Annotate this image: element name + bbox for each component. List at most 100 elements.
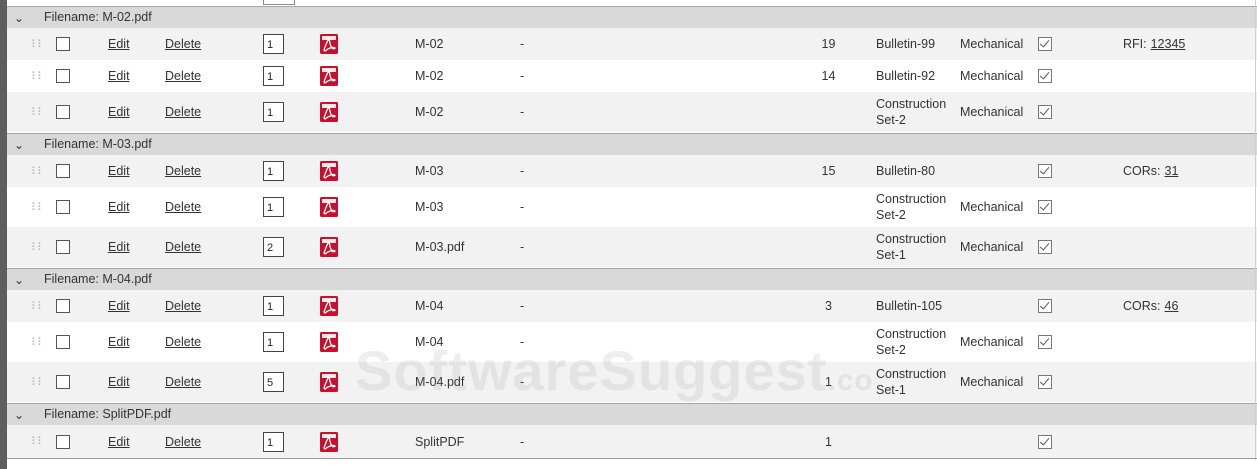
order-input[interactable] [263, 237, 284, 257]
drag-handle-icon[interactable]: ⠇⠇ [31, 92, 45, 132]
delete-link[interactable]: Delete [165, 164, 201, 178]
chevron-down-icon[interactable]: ⌄ [11, 136, 27, 154]
delete-link[interactable]: Delete [165, 37, 201, 51]
pdf-icon[interactable] [320, 155, 338, 187]
row-select-checkbox[interactable] [56, 60, 70, 92]
check-icon [1038, 60, 1052, 92]
order-input[interactable] [263, 161, 284, 181]
reference-link[interactable]: 46 [1165, 299, 1179, 313]
drag-handle-icon[interactable]: ⠇⠇ [31, 362, 45, 402]
edit-link[interactable]: Edit [108, 240, 130, 254]
pdf-icon[interactable] [320, 227, 338, 267]
pdf-icon[interactable] [320, 28, 338, 60]
table-row: ⠇⠇ Edit Delete M-03 - 15 Bulletin-80 CORs: 31 [7, 155, 1257, 187]
row-select-checkbox[interactable] [56, 155, 70, 187]
pdf-icon[interactable] [320, 290, 338, 322]
delete-link[interactable]: Delete [165, 240, 201, 254]
revision-number [815, 187, 842, 227]
order-input[interactable] [263, 296, 284, 316]
drawing-title: - [520, 335, 525, 349]
row-select-checkbox[interactable] [56, 187, 70, 227]
check-icon [1038, 92, 1052, 132]
drawing-title: - [520, 299, 525, 313]
row-select-checkbox[interactable] [56, 425, 70, 458]
row-select-checkbox[interactable] [56, 322, 70, 362]
delete-link[interactable]: Delete [165, 299, 201, 313]
table-row: ⠇⠇ Edit Delete M-02 - 14 Bulletin-92 Mechanical [7, 60, 1257, 92]
pdf-icon[interactable] [320, 362, 338, 402]
row-select-checkbox[interactable] [56, 290, 70, 322]
order-input[interactable] [263, 372, 284, 392]
delete-cell: Delete [165, 187, 201, 227]
table-row: ⠇⠇ Edit Delete M-02 - Construction Set-2 Mecha… [7, 92, 1257, 132]
edit-link[interactable]: Edit [108, 335, 130, 349]
reference-link[interactable]: 31 [1165, 164, 1179, 178]
drag-handle-icon[interactable]: ⠇⠇ [31, 28, 45, 60]
drawing-set: Construction Set-2 [876, 97, 947, 127]
delete-link[interactable]: Delete [165, 375, 201, 389]
order-cell [263, 425, 284, 458]
chevron-down-icon[interactable]: ⌄ [11, 271, 27, 289]
drag-handle-icon[interactable]: ⠇⠇ [31, 227, 45, 267]
order-input[interactable] [263, 332, 284, 352]
reference-link[interactable]: 12345 [1151, 37, 1186, 51]
drawing-set: Construction Set-1 [876, 367, 947, 397]
drawing-name: M-03 [415, 164, 444, 178]
edit-cell: Edit [108, 227, 130, 267]
delete-link[interactable]: Delete [165, 435, 201, 449]
edit-link[interactable]: Edit [108, 299, 130, 313]
chevron-down-icon[interactable]: ⌄ [11, 9, 27, 27]
row-select-checkbox[interactable] [56, 362, 70, 402]
delete-cell: Delete [165, 322, 201, 362]
edit-link[interactable]: Edit [108, 164, 130, 178]
chevron-down-icon[interactable]: ⌄ [11, 406, 27, 424]
group-prefix: Filename: [44, 407, 99, 421]
order-input[interactable] [263, 34, 284, 54]
discipline: Mechanical [960, 69, 1024, 83]
edit-link[interactable]: Edit [108, 37, 130, 51]
drawing-title: - [520, 434, 525, 449]
discipline: Mechanical [960, 37, 1024, 51]
delete-link[interactable]: Delete [165, 335, 201, 349]
delete-link[interactable]: Delete [165, 200, 201, 214]
row-select-checkbox[interactable] [56, 227, 70, 267]
edit-link[interactable]: Edit [108, 375, 130, 389]
drag-handle-icon[interactable]: ⠇⠇ [31, 425, 45, 458]
reference-cell: CORs: 46 [1123, 290, 1178, 322]
edit-cell: Edit [108, 425, 130, 458]
drawing-set: Construction Set-2 [876, 192, 947, 222]
edit-link[interactable]: Edit [108, 200, 130, 214]
row-select-checkbox[interactable] [56, 28, 70, 60]
drag-handle-icon[interactable]: ⠇⠇ [31, 60, 45, 92]
discipline: Mechanical [960, 335, 1024, 349]
drawing-title: - [520, 200, 525, 214]
delete-link[interactable]: Delete [165, 105, 201, 119]
drag-handle-icon[interactable]: ⠇⠇ [31, 155, 45, 187]
delete-link[interactable]: Delete [165, 69, 201, 83]
order-input[interactable] [263, 197, 284, 217]
order-input[interactable] [263, 431, 284, 452]
pdf-icon[interactable] [320, 92, 338, 132]
group-header: ⌄ Filename: M-02.pdf [7, 6, 1257, 28]
check-icon [1038, 187, 1052, 227]
reference-label: RFI: [1123, 37, 1147, 51]
drawing-set: Construction Set-2 [876, 327, 947, 357]
drawing-name: M-03 [415, 200, 444, 214]
row-select-checkbox[interactable] [56, 92, 70, 132]
drag-handle-icon[interactable]: ⠇⠇ [31, 187, 45, 227]
order-input[interactable] [263, 102, 284, 122]
pdf-icon[interactable] [320, 425, 338, 458]
pdf-icon[interactable] [320, 187, 338, 227]
drag-handle-icon[interactable]: ⠇⠇ [31, 290, 45, 322]
group-header: ⌄ Filename: M-03.pdf [7, 133, 1257, 155]
revision-number [815, 322, 842, 362]
order-cell [263, 227, 284, 267]
order-input[interactable] [263, 66, 284, 86]
edit-link[interactable]: Edit [108, 69, 130, 83]
drag-handle-icon[interactable]: ⠇⠇ [31, 322, 45, 362]
drawing-title: - [520, 164, 525, 178]
pdf-icon[interactable] [320, 322, 338, 362]
edit-link[interactable]: Edit [108, 105, 130, 119]
pdf-icon[interactable] [320, 60, 338, 92]
edit-link[interactable]: Edit [108, 435, 130, 449]
